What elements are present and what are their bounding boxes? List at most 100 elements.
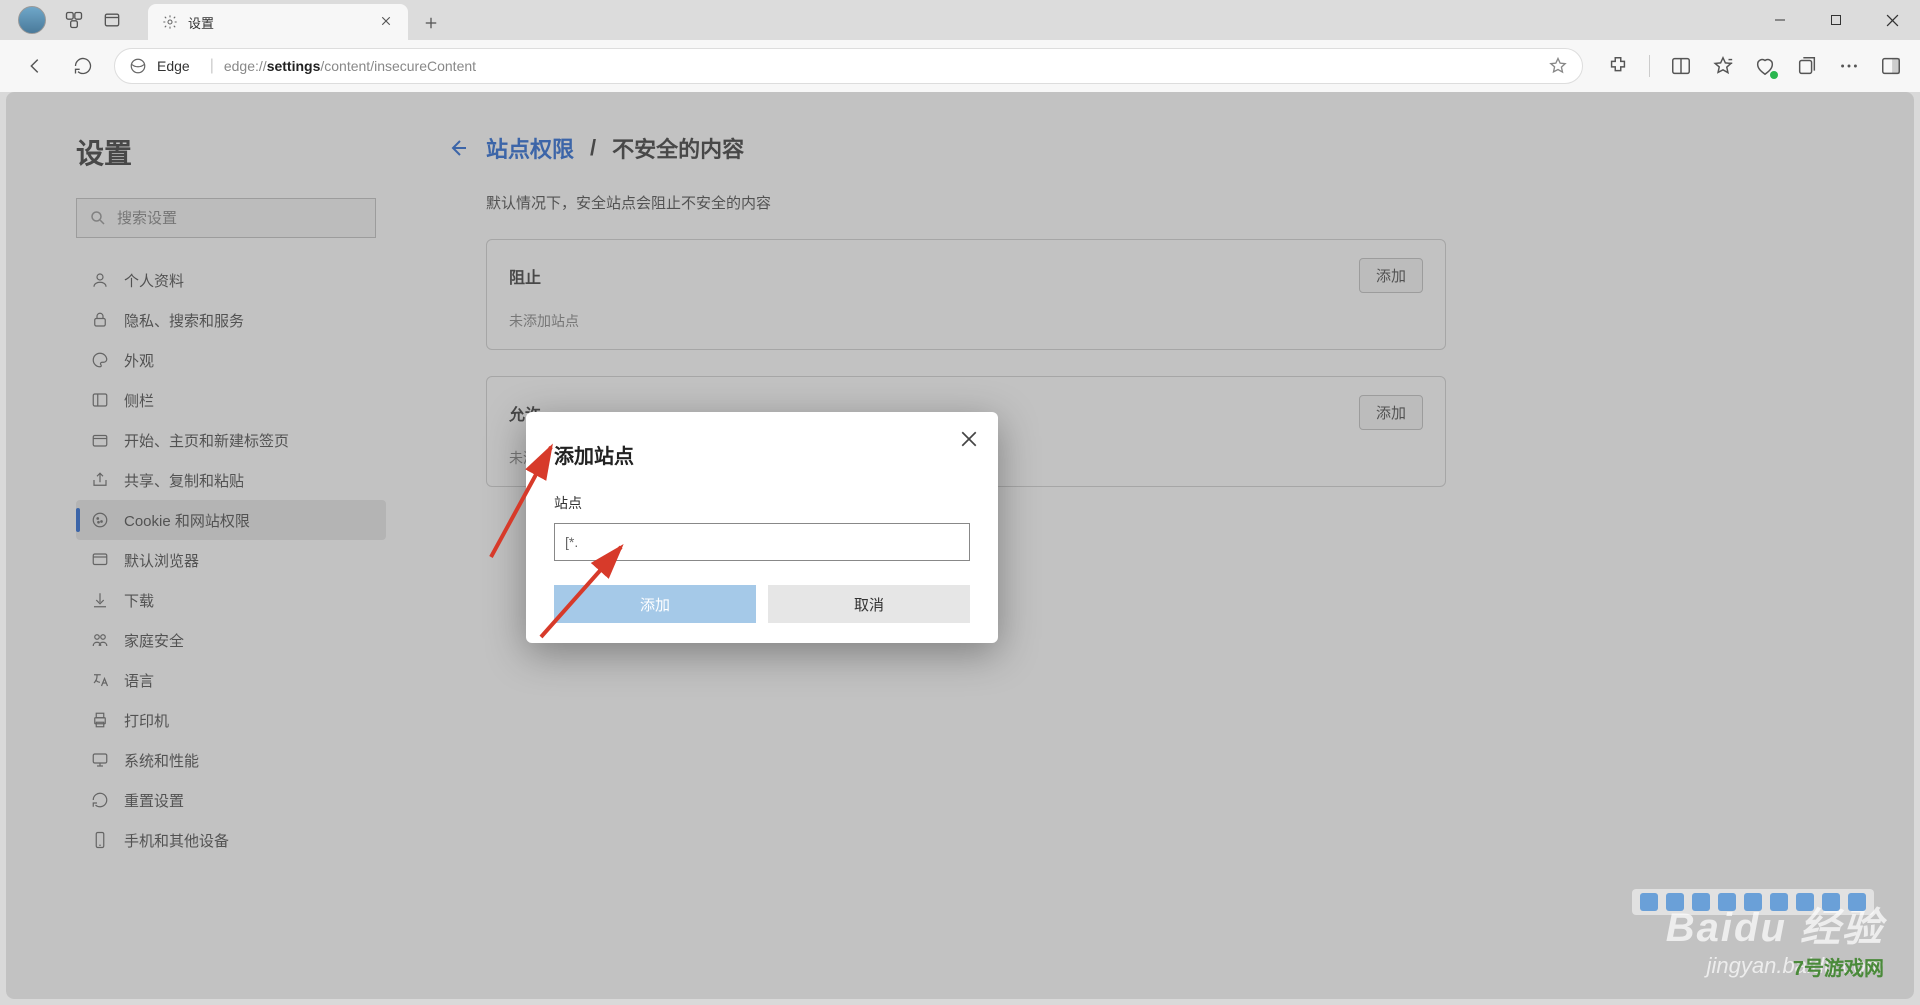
address-bar-row: Edge | edge://settings/content/insecureC… [0, 40, 1920, 92]
modal-title: 添加站点 [554, 440, 970, 469]
rewards-icon[interactable] [1754, 55, 1776, 77]
phone-icon [90, 830, 110, 850]
sidebar-item-5[interactable]: 共享、复制和粘贴 [76, 460, 386, 500]
tab-icon [90, 430, 110, 450]
reset-icon [90, 790, 110, 810]
sidebar-item-label: 手机和其他设备 [124, 830, 229, 851]
edge-icon [129, 57, 147, 75]
language-icon [90, 670, 110, 690]
back-button[interactable] [18, 49, 52, 83]
allow-add-button[interactable]: 添加 [1359, 395, 1423, 430]
sidebar-item-4[interactable]: 开始、主页和新建标签页 [76, 420, 386, 460]
sidebar-item-label: 隐私、搜索和服务 [124, 310, 244, 331]
sidebar-item-11[interactable]: 打印机 [76, 700, 386, 740]
add-site-modal: 添加站点 站点 添加 取消 [526, 412, 998, 643]
sidebar-item-label: 系统和性能 [124, 750, 199, 771]
sidebar-item-label: 语言 [124, 670, 154, 691]
modal-add-button[interactable]: 添加 [554, 585, 756, 623]
window-controls [1752, 0, 1920, 40]
sidebar-item-7[interactable]: 默认浏览器 [76, 540, 386, 580]
family-icon [90, 630, 110, 650]
breadcrumb-current: 不安全的内容 [612, 132, 744, 164]
tab-title: 设置 [188, 13, 370, 32]
extensions-icon[interactable] [1607, 55, 1629, 77]
tab-overview-icon[interactable] [102, 10, 122, 30]
url-scheme-label: Edge [157, 58, 200, 74]
more-icon[interactable] [1838, 55, 1860, 77]
browser-icon [90, 550, 110, 570]
new-tab-button[interactable] [414, 6, 448, 40]
sidebar-item-14[interactable]: 手机和其他设备 [76, 820, 386, 860]
settings-nav: 个人资料隐私、搜索和服务外观侧栏开始、主页和新建标签页共享、复制和粘贴 Cooki… [76, 260, 386, 860]
search-icon [89, 209, 107, 227]
sidebar-item-13[interactable]: 重置设置 [76, 780, 386, 820]
sidebar-item-0[interactable]: 个人资料 [76, 260, 386, 300]
sidebar-item-9[interactable]: 家庭安全 [76, 620, 386, 660]
page-content: 设置 个人资料隐私、搜索和服务外观侧栏开始、主页和新建标签页共享、复制和粘贴 Co… [6, 92, 1914, 999]
block-add-button[interactable]: 添加 [1359, 258, 1423, 293]
window-titlebar: 设置 [0, 0, 1920, 40]
watermark-corner: 7号游戏网 [1793, 952, 1884, 981]
system-icon [90, 750, 110, 770]
sidebar-item-label: 开始、主页和新建标签页 [124, 430, 289, 451]
printer-icon [90, 710, 110, 730]
gear-icon [162, 14, 178, 30]
sidebar-item-1[interactable]: 隐私、搜索和服务 [76, 300, 386, 340]
settings-sidebar: 设置 个人资料隐私、搜索和服务外观侧栏开始、主页和新建标签页共享、复制和粘贴 Co… [6, 92, 406, 999]
cookie-icon [90, 510, 110, 530]
block-section-empty: 未添加站点 [487, 311, 1445, 349]
panel-icon [90, 390, 110, 410]
user-icon [90, 270, 110, 290]
favorites-icon[interactable] [1712, 55, 1734, 77]
download-icon [90, 590, 110, 610]
collections-icon[interactable] [1796, 55, 1818, 77]
breadcrumb: 站点权限 / 不安全的内容 [446, 132, 1844, 164]
close-window-button[interactable] [1864, 0, 1920, 40]
breadcrumb-link[interactable]: 站点权限 [486, 132, 574, 164]
sidebar-toggle-icon[interactable] [1880, 55, 1902, 77]
sidebar-item-2[interactable]: 外观 [76, 340, 386, 380]
sidebar-item-label: 侧栏 [124, 390, 154, 411]
page-description: 默认情况下，安全站点会阻止不安全的内容 [486, 192, 1844, 213]
breadcrumb-back-icon[interactable] [446, 136, 470, 160]
workspaces-icon[interactable] [64, 10, 84, 30]
sidebar-item-label: 重置设置 [124, 790, 184, 811]
maximize-button[interactable] [1808, 0, 1864, 40]
favorite-icon[interactable] [1548, 56, 1568, 76]
address-bar[interactable]: Edge | edge://settings/content/insecureC… [114, 48, 1583, 84]
sidebar-item-label: 下载 [124, 590, 154, 611]
share-icon [90, 470, 110, 490]
settings-search[interactable] [76, 198, 376, 238]
sidebar-item-8[interactable]: 下载 [76, 580, 386, 620]
block-section: 阻止 添加 未添加站点 [486, 239, 1446, 350]
sidebar-item-label: 个人资料 [124, 270, 184, 291]
browser-tab[interactable]: 设置 [148, 4, 408, 40]
modal-cancel-button[interactable]: 取消 [768, 585, 970, 623]
sidebar-item-3[interactable]: 侧栏 [76, 380, 386, 420]
split-screen-icon[interactable] [1670, 55, 1692, 77]
minimize-button[interactable] [1752, 0, 1808, 40]
page-title: 设置 [76, 132, 386, 172]
sidebar-item-label: Cookie 和网站权限 [124, 510, 250, 531]
modal-field-label: 站点 [554, 493, 970, 513]
profile-avatar[interactable] [18, 6, 46, 34]
modal-site-input[interactable] [554, 523, 970, 561]
sidebar-item-10[interactable]: 语言 [76, 660, 386, 700]
modal-close-icon[interactable] [960, 430, 980, 450]
sidebar-item-6[interactable]: Cookie 和网站权限 [76, 500, 386, 540]
lock-icon [90, 310, 110, 330]
toolbar-right [1597, 55, 1902, 77]
sidebar-item-label: 打印机 [124, 710, 169, 731]
close-tab-icon[interactable] [380, 15, 394, 29]
sidebar-item-label: 外观 [124, 350, 154, 371]
sidebar-item-12[interactable]: 系统和性能 [76, 740, 386, 780]
tray-icons [1632, 889, 1874, 915]
settings-search-input[interactable] [117, 210, 363, 227]
sidebar-item-label: 家庭安全 [124, 630, 184, 651]
block-section-title: 阻止 [509, 264, 541, 288]
palette-icon [90, 350, 110, 370]
sidebar-item-label: 默认浏览器 [124, 550, 199, 571]
url-text: edge://settings/content/insecureContent [224, 58, 476, 74]
refresh-button[interactable] [66, 49, 100, 83]
sidebar-item-label: 共享、复制和粘贴 [124, 470, 244, 491]
